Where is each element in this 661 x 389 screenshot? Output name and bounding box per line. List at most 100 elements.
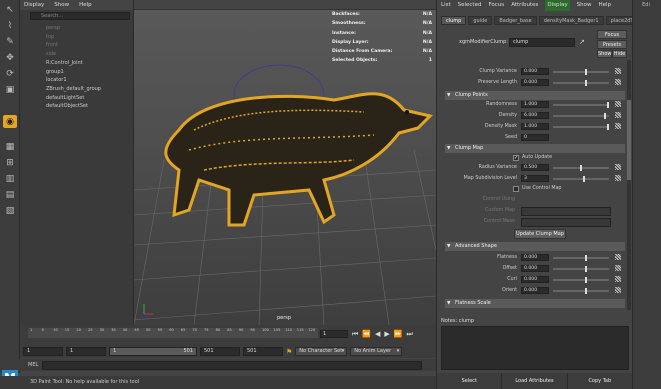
layout-graph-icon[interactable]: ▧ <box>3 204 17 217</box>
map-icon[interactable] <box>615 164 621 170</box>
presets-button[interactable]: Presets <box>597 40 627 49</box>
outliner-item[interactable]: persp <box>46 24 60 32</box>
attribute-slider-handle[interactable] <box>585 80 588 86</box>
timeline-ticks[interactable]: 1 5 10 15 20 25 30 35 40 45 50 55 60 65 70 75 80 85 90 95 10… <box>28 328 318 338</box>
time-slider[interactable]: 1 5 10 15 20 25 30 35 40 45 50 55 60 65 70 75 80 85 90 95 10… <box>20 325 436 345</box>
focus-button[interactable]: Focus <box>597 30 627 39</box>
node-link-icon[interactable]: ↗ <box>579 38 585 46</box>
copy-tab-button[interactable]: Copy Tab <box>568 373 633 389</box>
ae-menu-item[interactable]: Help <box>598 0 611 11</box>
paint-select-icon[interactable]: ✎ <box>3 35 17 48</box>
attribute-value-field[interactable]: 1.000 <box>521 123 549 130</box>
attribute-value-field[interactable]: 0.000 <box>521 287 549 294</box>
attribute-value-field[interactable]: 3 <box>521 175 549 182</box>
select-tool-icon[interactable]: ↖ <box>3 3 17 16</box>
section-header[interactable]: Flatness Scale <box>445 299 625 308</box>
outliner-menu-show[interactable]: Show <box>54 0 69 10</box>
attribute-slider-handle[interactable] <box>604 113 607 119</box>
range-inner-end-field[interactable]: 501 <box>200 347 240 356</box>
attribute-value-field[interactable]: 0.000 <box>521 276 549 283</box>
attribute-value-field[interactable]: 0.000 <box>521 68 549 75</box>
map-icon[interactable] <box>615 79 621 85</box>
outliner-menu-display[interactable]: Display <box>24 0 44 10</box>
attribute-slider[interactable] <box>553 80 609 86</box>
ae-scrollbar[interactable] <box>627 60 631 310</box>
attribute-value-field[interactable]: 6.000 <box>521 112 549 119</box>
paint-tool-icon[interactable]: ◉ <box>3 115 17 128</box>
attribute-slider[interactable] <box>553 176 609 182</box>
hide-button[interactable]: Hide <box>612 50 627 58</box>
play-forward-icon[interactable]: ▶ <box>384 330 389 338</box>
ae-menu-item[interactable]: Attributes <box>511 0 538 11</box>
map-icon[interactable] <box>615 175 621 181</box>
map-icon[interactable] <box>615 112 621 118</box>
node-name-field[interactable]: clump <box>509 38 575 47</box>
character-set-icon[interactable]: ⚑ <box>286 348 292 356</box>
load-attributes-button[interactable]: Load Attributes <box>502 373 568 389</box>
outliner-item[interactable]: locator1 <box>46 76 67 84</box>
attribute-value-field[interactable]: 0.000 <box>521 265 549 272</box>
attribute-value-field[interactable]: 1.000 <box>521 101 549 108</box>
outliner-item[interactable]: top <box>46 33 54 41</box>
map-icon[interactable] <box>615 276 621 282</box>
map-icon[interactable] <box>615 265 621 271</box>
attribute-slider-handle[interactable] <box>585 266 588 272</box>
map-icon[interactable] <box>615 68 621 74</box>
range-slider[interactable]: 1 501 <box>109 347 197 356</box>
layout-four-icon[interactable]: ⊞ <box>3 156 17 169</box>
attribute-slider[interactable] <box>553 102 609 108</box>
outliner-item[interactable]: defaultLightSet <box>46 94 84 102</box>
ae-menu-item[interactable]: Show <box>577 0 592 11</box>
viewport[interactable]: Backfaces: N/A Smoothness: N/A Instance: N/A D… <box>134 0 436 325</box>
outliner-item[interactable]: ZBrush_default_group <box>46 85 101 93</box>
layout-outliner-icon[interactable]: ▤ <box>3 188 17 201</box>
ae-tab[interactable]: densityMask_Badger1 <box>538 16 604 25</box>
update-clump-map-button[interactable]: Update Clump Map <box>514 229 566 239</box>
attribute-slider-handle[interactable] <box>582 176 585 182</box>
attribute-slider-handle[interactable] <box>607 124 609 130</box>
ae-tab[interactable]: guide <box>468 16 493 25</box>
outliner-item[interactable]: front <box>46 41 58 49</box>
current-frame-field[interactable]: 1 <box>320 330 348 338</box>
mel-label[interactable]: MEL <box>28 362 38 368</box>
attribute-value-field[interactable]: 0.500 <box>521 164 549 171</box>
lasso-tool-icon[interactable]: ⌇ <box>3 19 17 32</box>
go-to-end-icon[interactable]: ⏭ <box>407 330 413 339</box>
attribute-slider-handle[interactable] <box>607 102 609 108</box>
map-icon[interactable] <box>615 101 621 107</box>
range-inner-start-field[interactable]: 1 <box>66 347 106 356</box>
badger-fur-model[interactable] <box>164 92 433 227</box>
map-icon[interactable] <box>615 123 621 129</box>
range-end-field[interactable]: 501 <box>243 347 283 356</box>
layout-single-icon[interactable]: ▦ <box>3 140 17 153</box>
attribute-value-field[interactable]: 0 <box>521 134 549 141</box>
play-backward-icon[interactable]: ◀ <box>375 330 380 338</box>
section-header[interactable]: Advanced Shape <box>445 242 625 251</box>
rotate-tool-icon[interactable]: ⟳ <box>3 67 17 80</box>
outliner-item[interactable]: R:Control_Joint <box>46 59 83 67</box>
layout-side-icon[interactable]: ▥ <box>3 172 17 185</box>
attribute-slider-handle[interactable] <box>585 69 588 75</box>
map-icon[interactable] <box>615 287 621 293</box>
outliner-search-input[interactable]: Search... <box>30 12 130 20</box>
attribute-slider-handle[interactable] <box>585 255 588 261</box>
attribute-slider-handle[interactable] <box>580 165 582 171</box>
attribute-slider[interactable] <box>553 124 609 130</box>
section-header[interactable]: Clump Map <box>445 144 625 153</box>
range-start-field[interactable]: 1 <box>23 347 63 356</box>
ae-tab[interactable]: Badger_base <box>494 16 537 25</box>
attribute-value-field[interactable]: 0.000 <box>521 79 549 86</box>
ae-menu-item[interactable]: List <box>441 0 451 11</box>
outliner-item[interactable]: group1 <box>46 68 64 76</box>
attribute-slider[interactable] <box>553 113 609 119</box>
ae-menu-item[interactable]: Display <box>545 0 570 11</box>
select-button[interactable]: Select <box>437 373 503 389</box>
ae-menu-item[interactable]: Selected <box>458 0 482 11</box>
outliner-item[interactable]: side <box>46 50 56 58</box>
ae-menu-item[interactable]: Focus <box>488 0 504 11</box>
attribute-slider[interactable] <box>553 277 609 283</box>
scale-tool-icon[interactable]: ▣ <box>3 83 17 96</box>
use-control-map-checkbox[interactable] <box>513 186 519 192</box>
attribute-slider-handle[interactable] <box>585 288 588 294</box>
outliner-item[interactable]: defaultObjectSet <box>46 102 88 110</box>
